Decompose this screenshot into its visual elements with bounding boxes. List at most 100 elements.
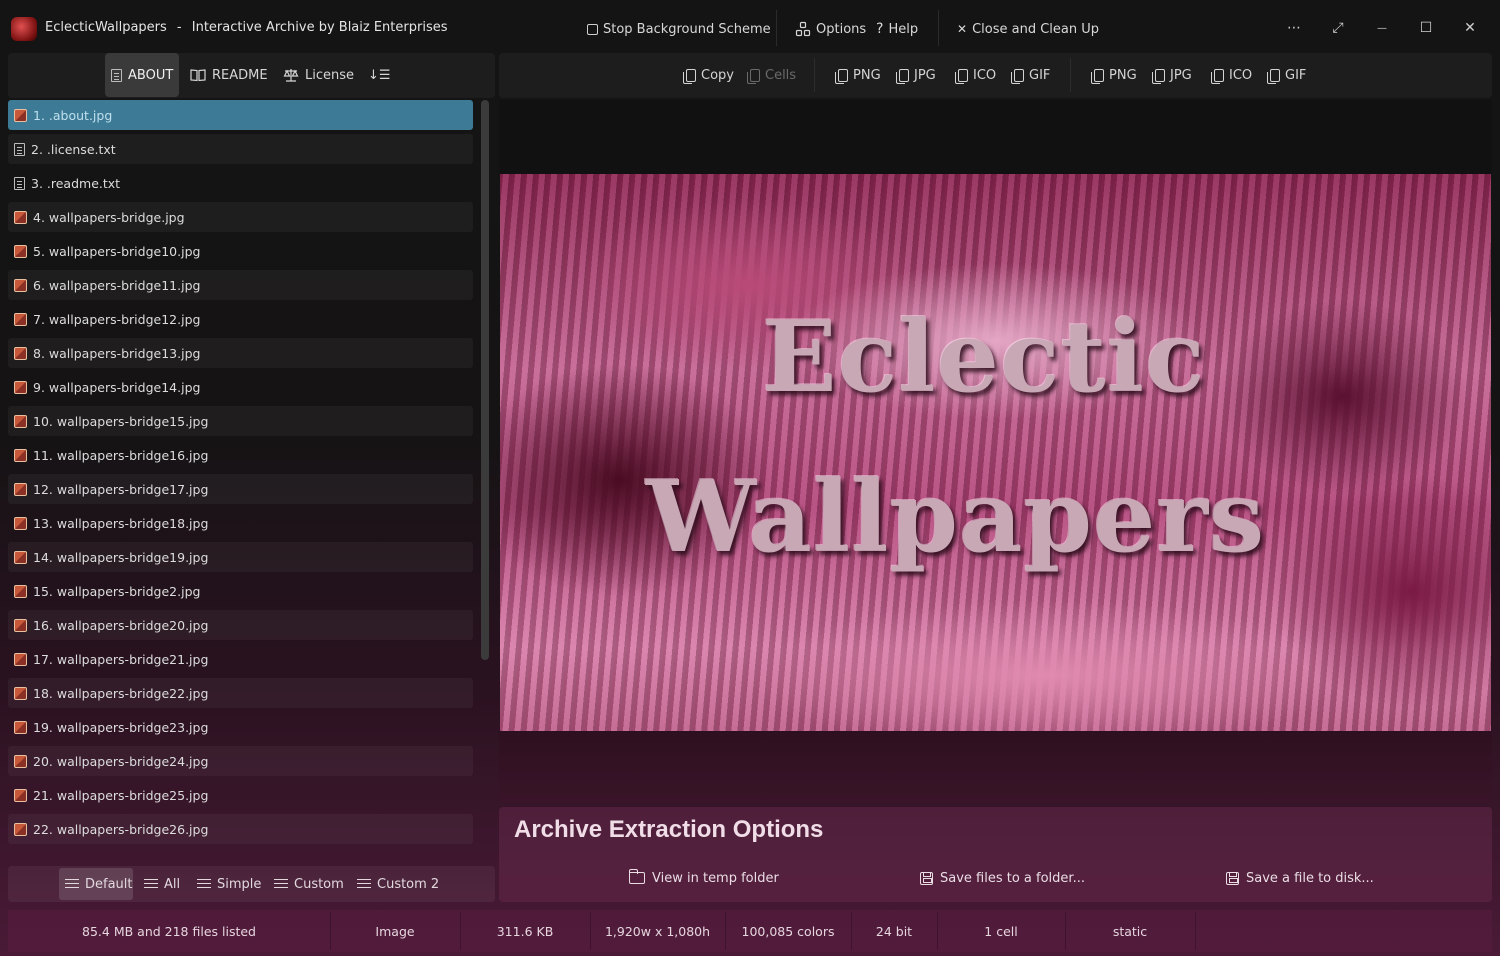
image-file-icon (14, 448, 27, 462)
close-window-icon[interactable]: ✕ (1457, 16, 1483, 40)
list-item[interactable]: 4. wallpapers-bridge.jpg (8, 202, 473, 232)
list-item[interactable]: 2. .license.txt (8, 134, 473, 164)
tab-license[interactable]: License (277, 53, 360, 97)
copy-gif-button[interactable]: GIF (1011, 66, 1050, 84)
copy-ico-button[interactable]: ICO (955, 66, 996, 84)
cells-button[interactable]: Cells (747, 66, 796, 84)
view-tab-custom[interactable]: Custom (268, 868, 350, 900)
format-label: GIF (1285, 67, 1307, 83)
list-item[interactable]: 9. wallpapers-bridge14.jpg (8, 372, 473, 402)
list-item-label: 20. wallpapers-bridge24.jpg (33, 753, 209, 769)
view-tab-simple[interactable]: Simple (191, 868, 267, 900)
help-button[interactable]: ? Help (876, 18, 918, 40)
fullscreen-icon[interactable]: ⤢ (1325, 16, 1351, 40)
view-tab-default[interactable]: Default (59, 868, 133, 900)
wallpaper-text-line-2: Wallpapers (646, 460, 1266, 575)
extraction-title: Archive Extraction Options (514, 816, 824, 843)
options-button[interactable]: Options (795, 18, 866, 40)
view-tab-custom-label: Custom (294, 876, 344, 892)
list-item-label: 5. wallpapers-bridge10.jpg (33, 243, 201, 259)
copy-icon (747, 68, 760, 84)
close-icon: ✕ (957, 22, 968, 36)
list-item[interactable]: 21. wallpapers-bridge25.jpg (8, 780, 473, 810)
tab-license-label: License (305, 67, 355, 83)
more-options-icon[interactable]: ⋯ (1281, 16, 1307, 40)
list-item[interactable]: 6. wallpapers-bridge11.jpg (8, 270, 473, 300)
text-file-icon (14, 142, 25, 156)
save-ico-button[interactable]: ICO (1211, 66, 1252, 84)
view-in-temp-folder-label: View in temp folder (652, 870, 779, 886)
list-item[interactable]: 14. wallpapers-bridge19.jpg (8, 542, 473, 572)
view-tab-all-label: All (164, 876, 181, 892)
save-png-button[interactable]: PNG (1091, 66, 1137, 84)
tab-about[interactable]: ABOUT (105, 53, 179, 97)
status-animation: static (1112, 923, 1148, 939)
save-files-to-folder-button[interactable]: Save files to a folder... (920, 868, 1085, 888)
copy-button[interactable]: Copy (683, 66, 734, 84)
help-icon: ? (876, 21, 884, 37)
copy-png-button[interactable]: PNG (835, 66, 881, 84)
list-item[interactable]: 15. wallpapers-bridge2.jpg (8, 576, 473, 606)
list-item-label: 22. wallpapers-bridge26.jpg (33, 821, 209, 837)
list-item-label: 3. .readme.txt (31, 175, 121, 191)
view-tab-simple-label: Simple (217, 876, 262, 892)
list-item[interactable]: 17. wallpapers-bridge21.jpg (8, 644, 473, 674)
list-item[interactable]: 1. .about.jpg (8, 100, 473, 130)
window-title: EclecticWallpapers - Interactive Archive… (45, 20, 448, 35)
save-gif-button[interactable]: GIF (1267, 66, 1307, 84)
list-item-label: 16. wallpapers-bridge20.jpg (33, 617, 209, 633)
format-label: PNG (1109, 67, 1137, 83)
text-file-icon (14, 176, 25, 190)
list-item[interactable]: 3. .readme.txt (8, 168, 473, 198)
list-item-label: 9. wallpapers-bridge14.jpg (33, 379, 201, 395)
copy-label: Copy (701, 67, 734, 83)
stop-background-scheme-button[interactable]: Stop Background Scheme (587, 18, 771, 40)
file-list-scrollbar[interactable] (481, 100, 489, 660)
list-item[interactable]: 12. wallpapers-bridge17.jpg (8, 474, 473, 504)
sort-button[interactable]: ↓☰ (362, 53, 397, 97)
image-file-icon (14, 346, 27, 360)
help-label: Help (888, 21, 919, 37)
close-and-clean-up-button[interactable]: ✕ Close and Clean Up (957, 18, 1099, 40)
file-list[interactable]: 1. .about.jpg 2. .license.txt 3. .readme.t… (8, 98, 474, 854)
view-in-temp-folder-button[interactable]: View in temp folder (629, 868, 779, 888)
list-item[interactable]: 10. wallpapers-bridge15.jpg (8, 406, 473, 436)
image-file-icon (14, 618, 27, 632)
tab-readme[interactable]: README (184, 53, 274, 97)
preview-background (499, 731, 1492, 803)
maximize-icon[interactable]: ☐ (1413, 16, 1439, 40)
save-icon (920, 871, 933, 885)
list-item[interactable]: 19. wallpapers-bridge23.jpg (8, 712, 473, 742)
list-icon (197, 879, 211, 889)
format-label: JPG (914, 67, 936, 83)
copy-icon (1211, 68, 1224, 84)
save-icon (1226, 871, 1239, 885)
book-icon (190, 69, 206, 82)
list-item[interactable]: 11. wallpapers-bridge16.jpg (8, 440, 473, 470)
tab-readme-label: README (212, 67, 268, 83)
list-item-label: 15. wallpapers-bridge2.jpg (33, 583, 201, 599)
app-logo-icon (11, 17, 37, 41)
view-tab-custom-2[interactable]: Custom 2 (351, 868, 445, 900)
minimize-icon[interactable]: — (1369, 16, 1395, 40)
image-file-icon (14, 550, 27, 564)
image-file-icon (14, 244, 27, 258)
wallpaper-text-line-1: Eclectic (762, 300, 1206, 415)
list-item[interactable]: 20. wallpapers-bridge24.jpg (8, 746, 473, 776)
list-item[interactable]: 7. wallpapers-bridge12.jpg (8, 304, 473, 334)
list-item[interactable]: 8. wallpapers-bridge13.jpg (8, 338, 473, 368)
list-item[interactable]: 5. wallpapers-bridge10.jpg (8, 236, 473, 266)
list-item[interactable]: 13. wallpapers-bridge18.jpg (8, 508, 473, 538)
save-jpg-button[interactable]: JPG (1152, 66, 1192, 84)
list-item[interactable]: 22. wallpapers-bridge26.jpg (8, 814, 473, 844)
list-item[interactable]: 18. wallpapers-bridge22.jpg (8, 678, 473, 708)
image-file-icon (14, 482, 27, 496)
options-label: Options (816, 21, 867, 37)
list-item-label: 10. wallpapers-bridge15.jpg (33, 413, 209, 429)
copy-jpg-button[interactable]: JPG (896, 66, 936, 84)
save-file-to-disk-button[interactable]: Save a file to disk... (1226, 868, 1374, 888)
list-item-label: 18. wallpapers-bridge22.jpg (33, 685, 209, 701)
view-tab-all[interactable]: All (138, 868, 186, 900)
status-bit-depth: 24 bit (875, 923, 913, 939)
list-item[interactable]: 16. wallpapers-bridge20.jpg (8, 610, 473, 640)
